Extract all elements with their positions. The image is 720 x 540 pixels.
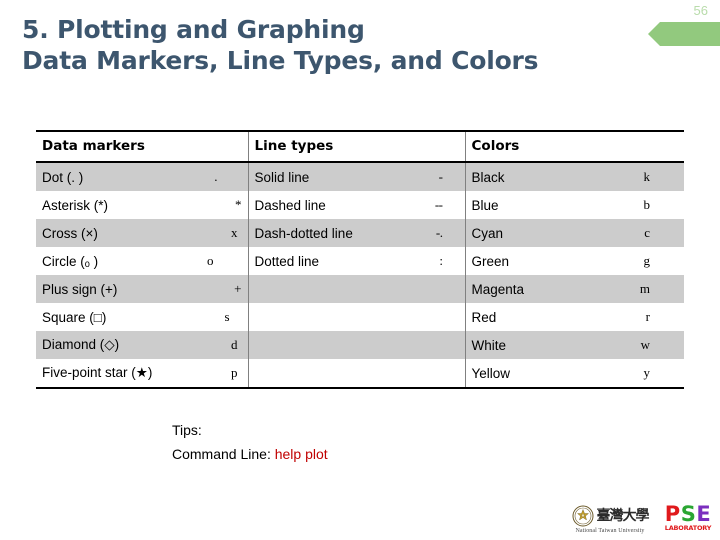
tips-block: Tips: Command Line: help plot (172, 418, 328, 466)
reference-table: Data markers Line types Colors Dot (. ) … (36, 130, 685, 389)
linetype-name (247, 275, 409, 303)
page-title-line2: Data Markers, Line Types, and Colors (22, 46, 539, 75)
linetype-symbol (408, 303, 466, 331)
pse-letter-p: P (664, 502, 681, 526)
table-row: Asterisk (*) * Dashed line -- Blue b (36, 191, 685, 219)
tips-command-value: help plot (274, 446, 328, 462)
pse-letter-s: S (680, 502, 697, 526)
color-name: Yellow (464, 359, 618, 389)
linetype-symbol (408, 331, 466, 359)
color-symbol: m (617, 275, 685, 303)
marker-symbol: x (196, 219, 249, 247)
color-name: Blue (464, 191, 618, 219)
linetype-name: Dash-dotted line (247, 219, 409, 247)
color-symbol: c (617, 219, 685, 247)
linetype-symbol: -- (408, 191, 466, 219)
linetype-name: Solid line (247, 162, 409, 191)
marker-name: Diamond (◇) (36, 331, 196, 359)
column-header-line-types: Line types (247, 130, 466, 163)
linetype-symbol (408, 359, 466, 389)
marker-name: Square (□) (36, 303, 196, 331)
tips-heading: Tips: (172, 422, 202, 438)
color-name: Red (464, 303, 618, 331)
linetype-symbol (408, 275, 466, 303)
linetype-name: Dashed line (247, 191, 409, 219)
marker-symbol: + (196, 275, 249, 303)
linetype-symbol: -. (408, 219, 466, 247)
marker-name: Dot (. ) (36, 162, 196, 191)
ntu-logo: 臺灣大學 National Taiwan University (564, 505, 656, 534)
color-name: Magenta (464, 275, 618, 303)
color-name: Black (464, 162, 618, 191)
linetype-name (247, 331, 409, 359)
color-name: Green (464, 247, 618, 275)
page-title-line1: 5. Plotting and Graphing (22, 15, 365, 44)
table-row: Diamond (◇) d White w (36, 331, 685, 359)
tips-command-line: Command Line: help plot (172, 442, 328, 466)
page-number-label: 56 (693, 3, 708, 18)
column-header-colors: Colors (464, 130, 685, 163)
page-title: 5. Plotting and Graphing Data Markers, L… (22, 14, 622, 76)
marker-name: Plus sign (+) (36, 275, 196, 303)
color-name: Cyan (464, 219, 618, 247)
ntu-chinese-name: 臺灣大學 (596, 508, 650, 524)
marker-symbol: p (196, 359, 249, 389)
color-name: White (464, 331, 618, 359)
table-row: Plus sign (+) + Magenta m (36, 275, 685, 303)
table-row: Square (□) s Red r (36, 303, 685, 331)
linetype-name (247, 359, 409, 389)
marker-symbol: * (196, 191, 249, 219)
footer-logos: 臺灣大學 National Taiwan University PSE LABO… (564, 504, 712, 534)
color-symbol: y (617, 359, 685, 389)
color-symbol: b (617, 191, 685, 219)
column-header-data-markers: Data markers (36, 130, 249, 163)
pse-letter-e: E (696, 502, 712, 526)
marker-symbol: . (196, 162, 249, 191)
marker-symbol: s (196, 303, 249, 331)
linetype-symbol: : (408, 247, 466, 275)
marker-symbol: o (196, 247, 249, 275)
table-row: Five-point star (★) p Yellow y (36, 359, 685, 389)
table-row: Cross (×) x Dash-dotted line -. Cyan c (36, 219, 685, 247)
pse-logo: PSE LABORATORY (664, 504, 712, 534)
linetype-name: Dotted line (247, 247, 409, 275)
table-row: Circle (ₒ ) o Dotted line : Green g (36, 247, 685, 275)
ntu-logo-row: 臺灣大學 (572, 505, 650, 527)
color-symbol: k (617, 162, 685, 191)
linetype-name (247, 303, 409, 331)
table-row: Dot (. ) . Solid line - Black k (36, 162, 685, 191)
pse-sublabel: LABORATORY (664, 524, 712, 532)
table-header-row: Data markers Line types Colors (36, 130, 685, 163)
color-symbol: g (617, 247, 685, 275)
linetype-symbol: - (408, 162, 466, 191)
page-number-badge (648, 22, 720, 46)
ntu-seal-icon (572, 505, 593, 527)
color-symbol: r (617, 303, 685, 331)
marker-name: Circle (ₒ ) (36, 247, 196, 275)
color-symbol: w (617, 331, 685, 359)
marker-name: Cross (×) (36, 219, 196, 247)
marker-symbol: d (196, 331, 249, 359)
tips-command-label: Command Line: (172, 446, 271, 462)
marker-name: Five-point star (★) (36, 359, 196, 389)
pse-letters: PSE (664, 502, 712, 526)
ntu-english-name: National Taiwan University (575, 528, 645, 534)
marker-name: Asterisk (*) (36, 191, 196, 219)
